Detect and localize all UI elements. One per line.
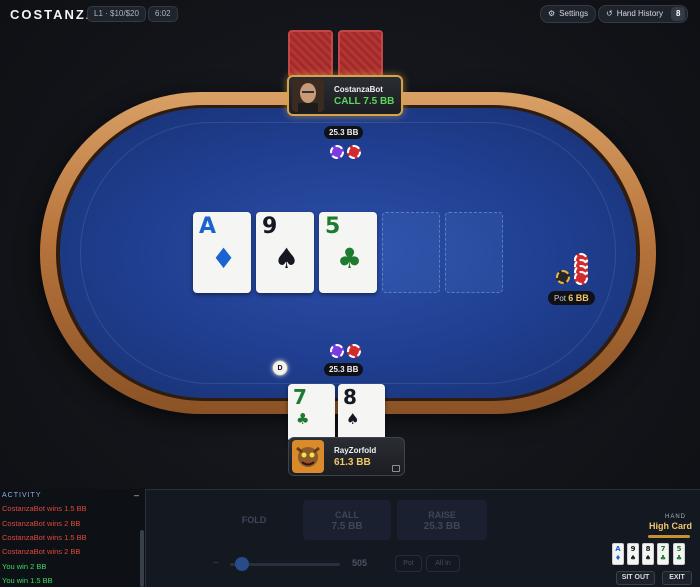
pot-value: 6 BB bbox=[568, 293, 589, 303]
clock-badge: 6:02 bbox=[148, 6, 178, 22]
dealer-button: D bbox=[272, 360, 288, 376]
hero-seat: RayZorfold 61.3 BB bbox=[288, 437, 405, 476]
board-card: 5 ♣ bbox=[319, 212, 377, 293]
diamond-icon: ♦ bbox=[211, 242, 237, 275]
card-rank: 9 bbox=[262, 214, 278, 239]
activity-line: CostanzaBot wins 1.5 BB bbox=[2, 504, 87, 513]
board-card: 9 ♠ bbox=[256, 212, 314, 293]
activity-scrollbar[interactable] bbox=[140, 530, 144, 587]
best-hand-card: 9 ♠ bbox=[627, 543, 639, 565]
hand-history-count: 8 bbox=[670, 7, 686, 21]
board-slot-empty bbox=[382, 212, 440, 293]
hero-name: RayZorfold bbox=[334, 445, 377, 455]
pot-chip bbox=[574, 271, 588, 285]
settings-label: Settings bbox=[559, 9, 589, 18]
opponent-card-back bbox=[338, 30, 383, 78]
collapse-button[interactable]: – bbox=[134, 491, 140, 500]
pot-display: Pot 6 BB bbox=[548, 291, 595, 305]
settings-button[interactable]: ⚙ Settings bbox=[540, 5, 597, 23]
pot-label: Pot bbox=[554, 294, 567, 303]
activity-title: ACTIVITY bbox=[2, 492, 42, 499]
pot-chip bbox=[556, 270, 570, 284]
chip bbox=[330, 145, 344, 159]
raise-label: RAISE bbox=[428, 510, 456, 520]
chat-icon[interactable] bbox=[392, 465, 400, 472]
call-button[interactable]: CALL 7.5 BB bbox=[303, 500, 391, 540]
fold-button[interactable]: FOLD bbox=[213, 500, 295, 540]
opponent-card-back bbox=[288, 30, 333, 78]
hand-strength: High Card bbox=[649, 521, 693, 531]
hero-bet-amount: 25.3 BB bbox=[324, 363, 364, 376]
opponent-avatar bbox=[292, 79, 324, 112]
best-hand-card: 7 ♣ bbox=[657, 543, 669, 565]
gear-icon: ⚙ bbox=[548, 9, 556, 18]
bet-amount-input[interactable]: 505 bbox=[352, 558, 367, 568]
activity-line: You win 2 BB bbox=[2, 562, 47, 571]
activity-line: You win 1.5 BB bbox=[2, 576, 53, 585]
exit-button[interactable]: EXIT bbox=[662, 571, 692, 585]
call-label: CALL bbox=[335, 510, 359, 520]
club-icon: ♣ bbox=[296, 410, 310, 428]
fold-label: FOLD bbox=[241, 515, 267, 525]
best-hand-card: 5 ♣ bbox=[673, 543, 685, 565]
board-card: A ♦ bbox=[193, 212, 251, 293]
hand-history-label: Hand History bbox=[616, 9, 663, 18]
spade-icon: ♠ bbox=[274, 242, 300, 275]
sit-out-button[interactable]: SIT OUT bbox=[616, 571, 655, 585]
chip bbox=[347, 145, 361, 159]
club-icon: ♣ bbox=[337, 242, 363, 275]
pot-size-button[interactable]: Pot bbox=[395, 555, 422, 572]
activity-line: CostanzaBot wins 1.5 BB bbox=[2, 533, 87, 542]
opponent-last-action: CALL 7.5 BB bbox=[334, 95, 395, 107]
card-rank: A bbox=[199, 214, 217, 239]
card-rank: 8 bbox=[343, 385, 357, 409]
chip bbox=[347, 344, 361, 358]
bet-slider-handle[interactable] bbox=[235, 557, 249, 571]
app-brand: COSTANZA bbox=[10, 7, 98, 22]
activity-header: ACTIVITY – bbox=[2, 491, 140, 500]
hero-card: 7 ♣ bbox=[288, 384, 335, 442]
raise-button[interactable]: RAISE 25.3 BB bbox=[397, 500, 487, 540]
decrease-bet-button[interactable]: – bbox=[213, 557, 219, 568]
opponent-seat: CostanzaBot CALL 7.5 BB bbox=[287, 75, 403, 116]
stakes-badge: L1 · $10/$20 bbox=[87, 6, 146, 22]
hand-label: HAND bbox=[665, 514, 687, 520]
best-hand-card: 8 ♠ bbox=[642, 543, 654, 565]
call-amount: 7.5 BB bbox=[331, 520, 363, 532]
activity-line: CostanzaBot wins 2 BB bbox=[2, 547, 81, 556]
chip bbox=[330, 344, 344, 358]
card-rank: 7 bbox=[293, 385, 307, 409]
hand-strength-bar bbox=[648, 535, 690, 538]
all-in-button[interactable]: All In bbox=[426, 555, 460, 572]
history-icon: ↺ bbox=[606, 9, 613, 18]
board-slot-empty bbox=[445, 212, 503, 293]
activity-line: CostanzaBot wins 2 BB bbox=[2, 519, 81, 528]
hand-history-button[interactable]: ↺ Hand History 8 bbox=[598, 5, 689, 23]
raise-amount: 25.3 BB bbox=[423, 520, 461, 532]
hero-avatar bbox=[292, 440, 324, 473]
card-rank: 5 bbox=[325, 214, 341, 239]
spade-icon: ♠ bbox=[346, 410, 360, 428]
hero-stack: 61.3 BB bbox=[334, 456, 371, 468]
hero-card: 8 ♠ bbox=[338, 384, 385, 442]
opponent-bet-amount: 25.3 BB bbox=[324, 126, 364, 139]
opponent-name: CostanzaBot bbox=[334, 84, 383, 94]
best-hand-card: A ♦ bbox=[612, 543, 624, 565]
